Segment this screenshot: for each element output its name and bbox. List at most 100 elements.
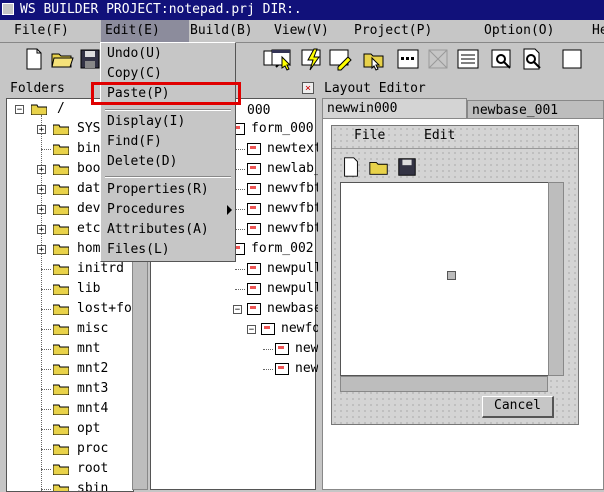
tree-connector [41, 309, 51, 310]
expand-icon[interactable]: + [37, 125, 46, 135]
tree-label: / [57, 101, 65, 116]
form-menu-file[interactable]: File [354, 128, 385, 143]
tree-connector [41, 449, 51, 450]
folder-label: etc [77, 221, 101, 236]
tree-connector [235, 149, 245, 150]
expand-icon[interactable]: + [37, 185, 46, 195]
toolbar [0, 43, 604, 76]
folder-label: SYS [77, 121, 101, 136]
folder-icon [53, 124, 69, 135]
folders-panel-title: Folders [10, 81, 65, 96]
widget-icon [261, 323, 275, 335]
layout-canvas[interactable]: File Edit Cancel [322, 118, 604, 490]
menu-view[interactable]: View(V) [270, 20, 333, 42]
tree-node-label: form_002 [251, 241, 314, 256]
menu-file[interactable]: File(F) [10, 20, 73, 42]
tree-connector [41, 429, 51, 430]
menu-item-files[interactable]: Files(L) [107, 241, 170, 259]
widget-icon [247, 143, 261, 155]
folder-icon [53, 304, 69, 315]
menu-item-undo[interactable]: Undo(U) [107, 45, 162, 63]
lightning-icon[interactable] [300, 47, 324, 71]
new-file-icon[interactable] [340, 156, 362, 178]
tree-connector [41, 389, 51, 390]
paste-highlight-box [91, 82, 241, 105]
folder-label: mnt4 [77, 401, 109, 416]
form-text-area[interactable] [340, 182, 564, 376]
tree-connector [235, 289, 245, 290]
expand-icon[interactable]: + [37, 245, 46, 255]
folder-icon [53, 364, 69, 375]
folder-pointer-icon[interactable] [362, 47, 386, 71]
widget-icon [275, 343, 289, 355]
find-document-icon[interactable] [520, 47, 544, 71]
folder-icon [53, 444, 69, 455]
folder-icon [53, 204, 69, 215]
menu-build[interactable]: Build(B) [186, 20, 257, 42]
resize-handle[interactable] [447, 271, 456, 280]
menu-help[interactable]: He [588, 20, 604, 42]
expand-icon[interactable]: + [37, 165, 46, 175]
grid-widget-icon[interactable] [396, 47, 420, 71]
tab-newbase-001[interactable]: newbase_001 [467, 100, 604, 120]
edit-dropdown-menu: Undo(U) Copy(C) Paste(P) Display(I) Find… [100, 42, 236, 262]
tree-connector [235, 269, 245, 270]
layout-editor-title: Layout Editor [324, 81, 426, 96]
widget-icon [247, 203, 261, 215]
menu-edit[interactable]: Edit(E) [101, 20, 189, 42]
folder-icon [53, 324, 69, 335]
title-bar: WS BUILDER PROJECT:notepad.prj DIR:. [0, 0, 604, 20]
tree-connector [41, 289, 51, 290]
folder-label: proc [77, 441, 109, 456]
form-hscrollbar[interactable] [340, 376, 548, 392]
folder-label: mnt [77, 341, 101, 356]
expand-icon[interactable]: + [37, 225, 46, 235]
find-window-icon[interactable] [490, 47, 514, 71]
list-widget-icon[interactable] [456, 47, 480, 71]
tree-connector [41, 349, 51, 350]
form-menu-edit[interactable]: Edit [424, 128, 455, 143]
menu-item-delete[interactable]: Delete(D) [107, 153, 177, 171]
menu-item-display[interactable]: Display(I) [107, 113, 185, 131]
extra-tool-icon[interactable] [560, 47, 584, 71]
folder-icon [53, 344, 69, 355]
collapse-icon[interactable]: − [233, 305, 242, 315]
edit-window-icon[interactable] [328, 47, 352, 71]
menu-project[interactable]: Project(P) [350, 20, 436, 42]
window-menu-icon[interactable] [2, 3, 14, 15]
menu-item-find[interactable]: Find(F) [107, 133, 162, 151]
new-file-icon[interactable] [22, 47, 46, 71]
tree-connector [41, 469, 51, 470]
collapse-icon[interactable]: − [247, 325, 256, 335]
folder-label: mnt3 [77, 381, 109, 396]
save-icon[interactable] [396, 156, 418, 178]
tab-newwin000[interactable]: newwin000 [322, 98, 467, 118]
menu-item-procedures[interactable]: Procedures [107, 201, 185, 219]
form-toolbar [340, 156, 420, 180]
menu-item-attributes[interactable]: Attributes(A) [107, 221, 209, 239]
open-folder-icon[interactable] [50, 47, 74, 71]
cancel-button[interactable]: Cancel [482, 396, 554, 418]
folder-icon [53, 484, 69, 491]
widget-icon [247, 183, 261, 195]
close-folders-panel-icon[interactable]: × [302, 82, 314, 94]
menu-item-properties[interactable]: Properties(R) [107, 181, 209, 199]
folder-label: initrd [77, 261, 124, 276]
menu-option[interactable]: Option(O) [480, 20, 558, 42]
form-window[interactable]: File Edit Cancel [331, 125, 579, 425]
folder-label: lib [77, 281, 101, 296]
folder-icon [53, 184, 69, 195]
expand-icon[interactable]: + [37, 205, 46, 215]
widget-icon [275, 363, 289, 375]
folder-icon [53, 464, 69, 475]
widget-icon [247, 263, 261, 275]
select-window-icon[interactable] [270, 47, 294, 71]
folder-icon [53, 384, 69, 395]
save-icon[interactable] [78, 47, 102, 71]
tree-node-label: 000 [247, 103, 271, 118]
expand-icon[interactable]: − [15, 105, 24, 115]
form-vscrollbar[interactable] [548, 182, 564, 376]
open-folder-icon[interactable] [368, 156, 390, 178]
menu-item-copy[interactable]: Copy(C) [107, 65, 162, 83]
tree-connector [263, 369, 273, 370]
